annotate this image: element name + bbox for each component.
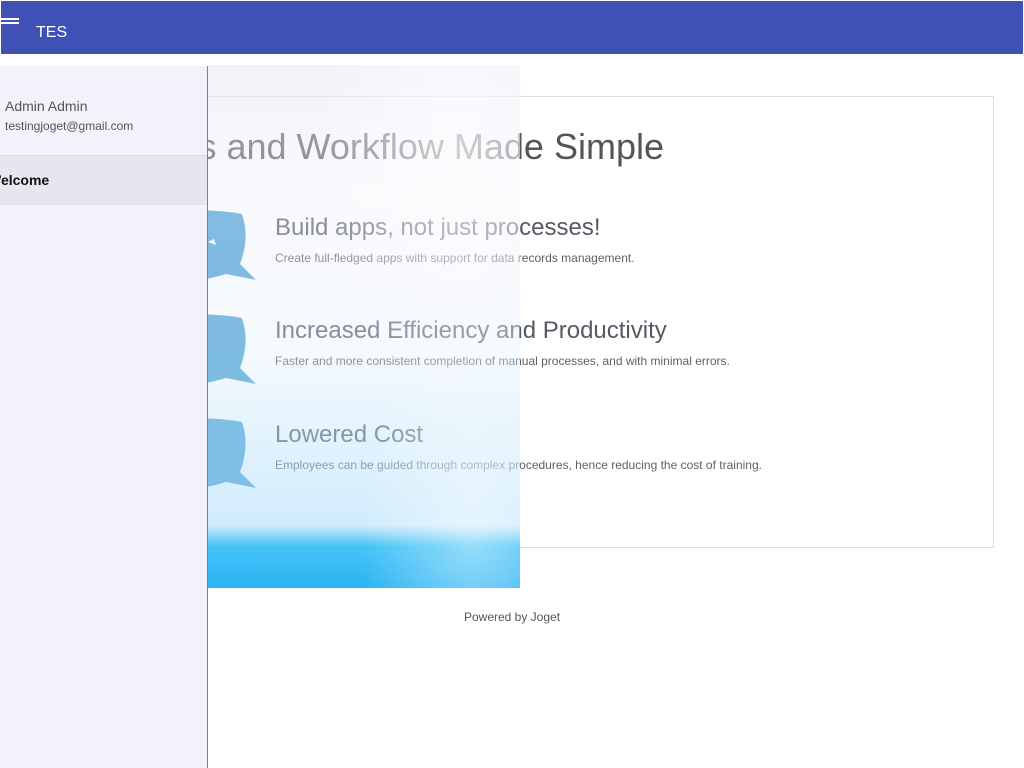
user-name: Admin Admin [5, 98, 88, 114]
feature-item: Increased Efficiency and Productivity Fa… [275, 317, 895, 369]
feature-item: Lowered Cost Employees can be guided thr… [275, 421, 895, 473]
user-email: testingjoget@gmail.com [5, 119, 134, 133]
feature-description: Employees can be guided through complex … [275, 458, 762, 472]
drawer-item-label: Welcome [0, 172, 50, 188]
hamburger-icon[interactable] [1, 15, 21, 29]
feature-description: Create full-fledged apps with support fo… [275, 251, 635, 265]
feature-title: Increased Efficiency and Productivity [275, 317, 667, 344]
drawer-item-welcome[interactable]: Welcome [0, 156, 207, 205]
feature-item: Build apps, not just processes! Create f… [275, 214, 895, 266]
top-app-bar: TES [0, 0, 1024, 54]
feature-title: Build apps, not just processes! [275, 214, 601, 241]
feature-title: Lowered Cost [275, 421, 424, 448]
app-title: TES [36, 24, 68, 41]
feature-description: Faster and more consistent completion of… [275, 354, 730, 368]
side-drawer: Admin Admin testingjoget@gmail.com Welco… [0, 66, 208, 768]
